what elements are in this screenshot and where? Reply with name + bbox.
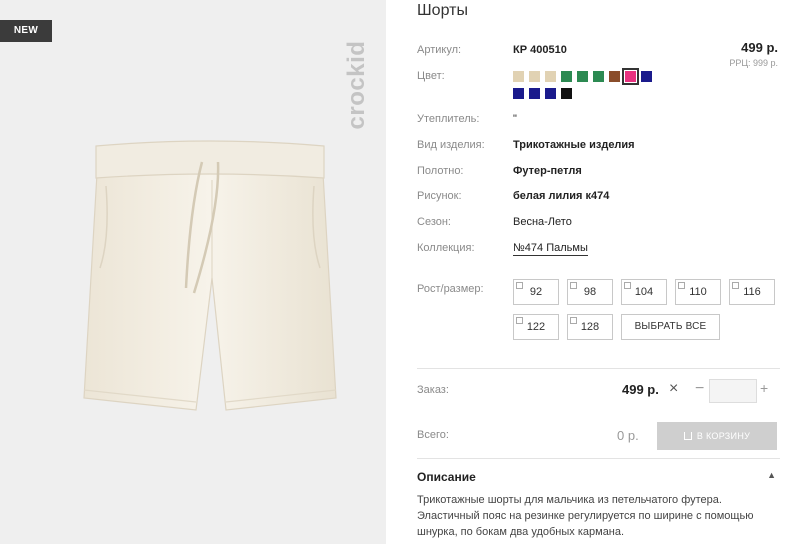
size-option-110[interactable]: 110 (675, 279, 721, 305)
color-label: Цвет: (417, 70, 445, 82)
color-swatch[interactable] (593, 71, 604, 82)
size-option-label: 116 (743, 286, 761, 298)
checkbox-icon[interactable] (516, 317, 523, 324)
insulation-value: " (513, 113, 517, 125)
order-price: 499 р. (622, 382, 659, 397)
color-swatch[interactable] (561, 71, 572, 82)
type-value: Трикотажные изделия (513, 139, 635, 151)
description-text: Трикотажные шорты для мальчика из петель… (417, 492, 777, 540)
size-option-128[interactable]: 128 (567, 314, 613, 340)
select-all-button[interactable]: ВЫБРАТЬ ВСЕ (621, 314, 720, 340)
order-label: Заказ: (417, 384, 449, 396)
total-value: 0 р. (617, 428, 639, 443)
description-line: шнурка, по бокам два удобных кармана. (417, 526, 625, 538)
season-label: Сезон: (417, 216, 451, 228)
cart-icon (683, 432, 692, 440)
size-option-92[interactable]: 92 (513, 279, 559, 305)
collection-link[interactable]: №474 Пальмы (513, 242, 588, 256)
size-option-98[interactable]: 98 (567, 279, 613, 305)
product-title: Шорты (417, 2, 468, 19)
product-image[interactable] (70, 128, 350, 458)
color-swatch[interactable] (609, 71, 620, 82)
color-swatch[interactable] (529, 88, 540, 99)
checkbox-icon[interactable] (570, 317, 577, 324)
season-value: Весна-Лето (513, 216, 572, 228)
color-swatch[interactable] (622, 68, 639, 85)
pattern-value: белая лилия к474 (513, 190, 610, 202)
product-image-panel: NEW crockid (0, 0, 386, 544)
divider (417, 458, 780, 459)
checkbox-icon[interactable] (570, 282, 577, 289)
color-swatch[interactable] (513, 71, 524, 82)
pattern-label: Рисунок: (417, 190, 462, 202)
color-swatch[interactable] (545, 71, 556, 82)
size-option-122[interactable]: 122 (513, 314, 559, 340)
color-swatch[interactable] (641, 71, 652, 82)
product-price: 499 р. (741, 40, 778, 55)
checkbox-icon[interactable] (516, 282, 523, 289)
color-swatch[interactable] (529, 71, 540, 82)
size-option-label: 128 (580, 321, 600, 333)
collection-link-text[interactable]: №474 Пальмы (513, 242, 588, 256)
size-label: Рост/размер: (417, 283, 484, 295)
description-title[interactable]: Описание (417, 470, 476, 484)
product-page: NEW crockid Шорты Артикул: КР 400510 499… (0, 0, 800, 544)
remove-icon[interactable]: × (669, 380, 678, 398)
new-badge: NEW (0, 20, 52, 42)
quantity-input[interactable] (709, 379, 757, 403)
decrease-button[interactable]: − (695, 380, 704, 398)
insulation-label: Утеплитель: (417, 113, 480, 125)
chevron-up-icon[interactable]: ▲ (767, 470, 776, 480)
description-line: Трикотажные шорты для мальчика из петель… (417, 494, 722, 506)
size-option-104[interactable]: 104 (621, 279, 667, 305)
size-option-label: 98 (583, 286, 597, 298)
add-to-cart-button[interactable]: В КОРЗИНУ (657, 422, 777, 450)
article-value: КР 400510 (513, 44, 567, 56)
color-swatch[interactable] (513, 88, 524, 99)
checkbox-icon[interactable] (678, 282, 685, 289)
divider (417, 368, 780, 369)
fabric-label: Полотно: (417, 165, 464, 177)
color-swatch[interactable] (577, 71, 588, 82)
size-option-116[interactable]: 116 (729, 279, 775, 305)
size-option-label: 104 (634, 286, 654, 298)
description-line: Эластичный пояс на резинке регулируется … (417, 510, 754, 522)
fabric-value: Футер-петля (513, 165, 582, 177)
collection-label: Коллекция: (417, 242, 475, 254)
color-swatch[interactable] (561, 88, 572, 99)
size-option-label: 92 (529, 286, 543, 298)
color-swatch[interactable] (545, 88, 556, 99)
size-option-label: 110 (689, 286, 707, 298)
total-label: Всего: (417, 429, 449, 441)
rrp-price: РРЦ: 999 р. (729, 58, 778, 68)
type-label: Вид изделия: (417, 139, 485, 151)
checkbox-icon[interactable] (624, 282, 631, 289)
size-option-label: 122 (526, 321, 546, 333)
checkbox-icon[interactable] (732, 282, 739, 289)
brand-logo-text: crockid (343, 40, 370, 130)
increase-button[interactable]: + (760, 380, 768, 396)
add-to-cart-label: В КОРЗИНУ (696, 431, 751, 441)
article-label: Артикул: (417, 44, 462, 56)
